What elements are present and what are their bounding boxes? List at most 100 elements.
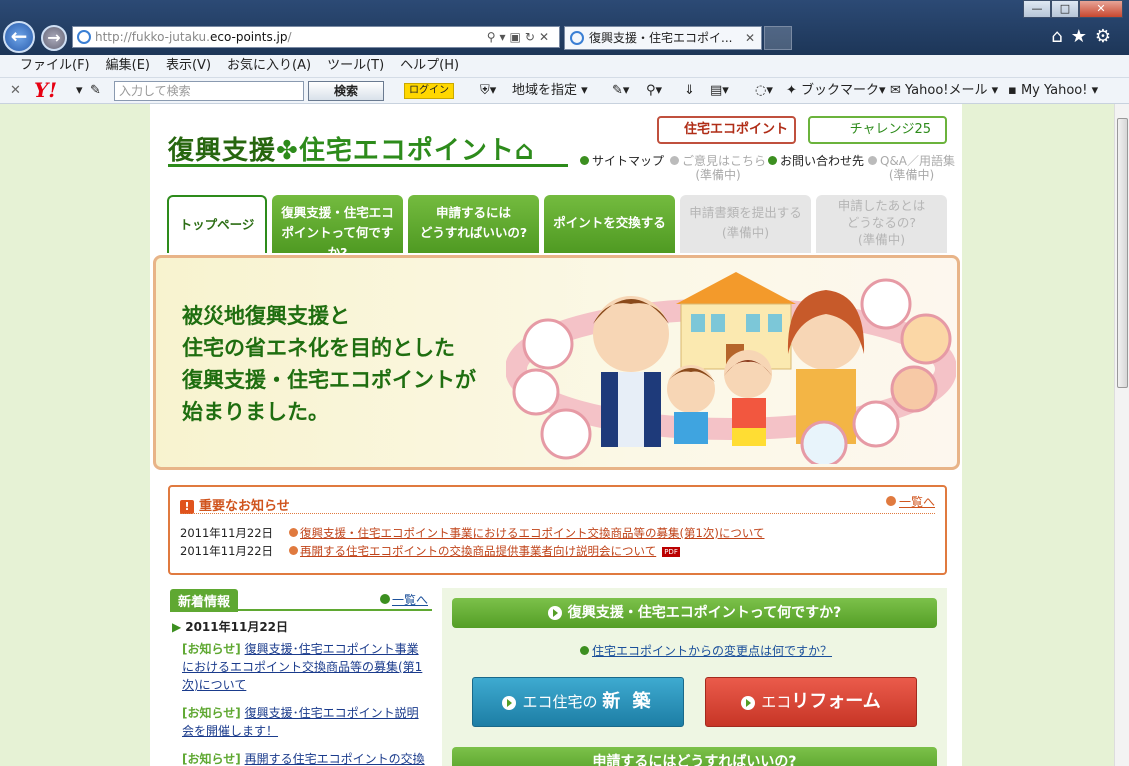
browser-icons: ⌂★⚙: [1051, 26, 1119, 47]
ie-tab-icon: [570, 31, 584, 45]
arrow-circle-icon: [885, 496, 896, 506]
logo-part-fukko: 復興支援: [168, 136, 277, 166]
arrow-circle-icon: [868, 156, 877, 165]
yahoo-logo[interactable]: Y!: [34, 78, 57, 103]
toolbar-search-button[interactable]: 検索: [308, 81, 384, 101]
site-logo[interactable]: 復興支援✤住宅エコポイント⌂: [168, 130, 568, 167]
tab-exchange-points[interactable]: ポイントを交換する: [544, 195, 675, 253]
menu-favorites[interactable]: お気に入り(A): [219, 55, 319, 77]
triangle-icon: ▶: [172, 620, 182, 634]
changes-link[interactable]: 住宅エコポイントからの変更点は何ですか？: [580, 642, 832, 659]
menu-view[interactable]: 表示(V): [158, 55, 219, 77]
mail-button[interactable]: ✉ Yahoo!メール ▾: [890, 78, 998, 103]
what-is-label: 復興支援・住宅エコポイントって何ですか?: [567, 605, 842, 621]
close-window-button[interactable]: ✕: [1079, 0, 1123, 18]
scrollbar-thumb[interactable]: [1117, 118, 1128, 388]
house-icon: ⌂: [514, 136, 535, 166]
hero-text: 被災地復興支援と 住宅の省エネ化を目的とした 復興支援・住宅エコポイントが 始ま…: [182, 300, 476, 428]
home-icon[interactable]: ⌂: [1051, 26, 1070, 47]
feedback-link: ご意見はこちら (準備中): [670, 154, 766, 182]
new-build-pre: エコ住宅の: [522, 693, 598, 711]
pencil-icon[interactable]: ✎: [90, 78, 101, 103]
toolbar-close-icon[interactable]: ✕: [10, 78, 21, 103]
reform-button[interactable]: エコリフォーム: [705, 677, 917, 727]
vertical-scrollbar[interactable]: [1114, 104, 1129, 766]
news-date: 2011年11月22日: [180, 526, 274, 540]
menu-tools[interactable]: ツール(T): [319, 55, 392, 77]
myyahoo-button[interactable]: ▪ My Yahoo! ▾: [1008, 78, 1098, 103]
shield-icon[interactable]: ⛨▾: [480, 78, 496, 103]
minimize-button[interactable]: —: [1023, 0, 1051, 18]
contact-label: お問い合わせ先: [780, 154, 865, 168]
arrow-circle-icon: [379, 594, 390, 604]
important-more-link[interactable]: 一覧へ: [885, 493, 935, 510]
tab-top-page[interactable]: トップページ: [167, 195, 267, 253]
dropdown-icon[interactable]: ▾: [76, 78, 83, 103]
contact-link[interactable]: お問い合わせ先: [768, 154, 864, 168]
toolbar-search-input[interactable]: 入力して検索: [114, 81, 304, 101]
news-link[interactable]: 復興支援・住宅エコポイント事業におけるエコポイント交換商品等の募集(第1次)につ…: [300, 526, 764, 540]
hero-line: 復興支援・住宅エコポイントが: [182, 368, 476, 392]
tab-what-is[interactable]: 復興支援・住宅エコ ポイントって何ですか?: [272, 195, 403, 260]
how-to-apply-button[interactable]: 申請するにはどうすればいいの?: [452, 747, 937, 766]
web-page: 復興支援✤住宅エコポイント⌂ 住宅エコポイント チャレンジ25 サイトマップ ご…: [0, 104, 1114, 766]
menu-help[interactable]: ヘルプ(H): [392, 55, 467, 77]
new-build-main: 新 築: [602, 691, 654, 712]
eco-point-banner-button[interactable]: 住宅エコポイント: [657, 116, 796, 144]
menu-edit[interactable]: 編集(E): [98, 55, 158, 77]
arrow-circle-icon: [670, 156, 679, 165]
clover-icon: ✤: [276, 136, 299, 166]
myyahoo-label: My Yahoo!: [1020, 83, 1088, 98]
maximize-button[interactable]: □: [1051, 0, 1079, 18]
changes-label: 住宅エコポイントからの変更点は何ですか？: [592, 644, 833, 658]
gnav-line2: (準備中): [721, 225, 770, 240]
tab-after-apply: 申請したあとは どうなるの? (準備中): [816, 195, 947, 253]
browser-tab[interactable]: 復興支援・住宅エコポイ... ✕: [564, 26, 762, 50]
favorites-star-icon[interactable]: ★: [1071, 26, 1095, 47]
list-item: 2011年11月22日 再開する住宅エコポイントの交換商品提供事業者向け説明会につ…: [180, 543, 680, 559]
list-item: [お知らせ] 再開する住宅エコポイントの交換商: [182, 750, 430, 766]
new-tab-button[interactable]: [764, 26, 792, 50]
list-item: [お知らせ] 復興支援･住宅エコポイント事業におけるエコポイント交換商品等の募集…: [182, 640, 430, 694]
yahoo-toolbar: ✕ Y! ▾ ✎ 入力して検索 検索 ログイン ⛨▾ 地域を指定 ▾ ✎▾ ⚲▾…: [0, 78, 1129, 104]
address-tools-icon[interactable]: ⚲▾▣↻✕: [487, 27, 553, 47]
address-bar[interactable]: http://fukko-jutaku.eco-points.jp/ ⚲▾▣↻✕: [72, 26, 560, 48]
back-button[interactable]: ←: [3, 21, 35, 53]
url-suffix: /: [287, 30, 292, 44]
zoom-icon[interactable]: ⚲▾: [646, 78, 662, 103]
forward-button[interactable]: →: [41, 25, 67, 51]
tab-title: 復興支援・住宅エコポイ...: [589, 31, 733, 45]
clip-icon[interactable]: ⇓: [684, 78, 695, 103]
tab-how-to-apply[interactable]: 申請するには どうすればいいの?: [408, 195, 539, 253]
list-item: [お知らせ] 復興支援･住宅エコポイント説明会を開催します！: [182, 704, 430, 740]
gnav-line2: どうなるの?: [846, 215, 917, 230]
qa-link: Q&A／用語集 (準備中): [868, 154, 955, 182]
reform-pre: エコ: [761, 693, 792, 711]
gnav-line1: 申請したあとは: [837, 198, 926, 213]
whats-new-date: ▶ 2011年11月22日: [172, 618, 288, 635]
sitemap-link[interactable]: サイトマップ: [580, 154, 664, 168]
highlighter-icon[interactable]: ✎▾: [612, 78, 629, 103]
news-date: 2011年11月22日: [180, 544, 274, 558]
eco-banner-label: 住宅エコポイント: [683, 122, 788, 137]
globe-icon[interactable]: ◌▾: [755, 78, 773, 103]
hero-banner: 被災地復興支援と 住宅の省エネ化を目的とした 復興支援・住宅エコポイントが 始ま…: [153, 255, 960, 470]
menu-file[interactable]: ファイル(F): [12, 55, 98, 77]
login-button[interactable]: ログイン: [404, 83, 454, 99]
news-link[interactable]: 再開する住宅エコポイントの交換商品提供事業者向け説明会について: [300, 544, 656, 558]
challenge-banner-label: チャレンジ25: [849, 122, 931, 137]
arrow-circle-icon: [580, 646, 589, 655]
bookmark-label: ブックマーク: [801, 83, 880, 98]
region-button[interactable]: 地域を指定 ▾: [512, 78, 588, 103]
what-is-button[interactable]: 復興支援・住宅エコポイントって何ですか?: [452, 598, 937, 628]
important-title-label: 重要なお知らせ: [199, 499, 290, 514]
gear-icon[interactable]: ⚙: [1095, 26, 1119, 47]
new-build-button[interactable]: エコ住宅の 新 築: [472, 677, 684, 727]
tab-close-icon[interactable]: ✕: [745, 27, 755, 49]
notes-icon[interactable]: ▤▾: [710, 78, 729, 103]
date-label: 2011年11月22日: [185, 620, 289, 634]
whats-new-more-link[interactable]: 一覧へ: [379, 591, 428, 608]
url-prefix: http://fukko-jutaku.: [95, 30, 210, 44]
bookmark-button[interactable]: ✦ ブックマーク▾: [786, 78, 886, 103]
challenge25-banner-button[interactable]: チャレンジ25: [808, 116, 947, 144]
